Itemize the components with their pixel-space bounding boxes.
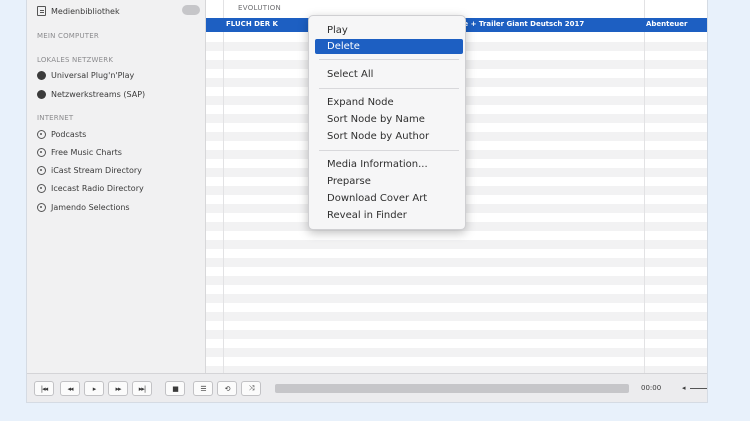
play-icon[interactable]: ▸ — [84, 381, 104, 396]
menu-item-select-all[interactable]: Select All — [309, 67, 465, 82]
row-genre: Abenteuer — [646, 20, 688, 28]
podcast-icon — [37, 147, 46, 157]
time-display: 00:00 — [641, 384, 662, 392]
sidebar-item-label: Podcasts — [51, 129, 87, 139]
count-badge — [182, 5, 200, 15]
section-header-mein-computer: MEIN COMPUTER — [37, 32, 99, 40]
menu-item-sort-by-author[interactable]: Sort Node by Author — [309, 129, 465, 144]
sidebar-item-label: iCast Stream Directory — [51, 165, 142, 175]
sidebar-item-label: Netzwerkstreams (SAP) — [51, 89, 146, 99]
menu-item-delete[interactable]: Delete — [315, 39, 463, 54]
menu-item-media-information[interactable]: Media Information... — [309, 157, 465, 172]
row-album: ie + Trailer Giant Deutsch 2017 — [461, 20, 585, 28]
seek-slider[interactable] — [275, 384, 629, 393]
sidebar-item-label: Jamendo Selections — [51, 202, 130, 212]
sidebar-item-icecast-directory[interactable]: Icecast Radio Directory — [37, 181, 144, 195]
group-label: EVOLUTION — [238, 4, 282, 12]
sidebar: Medienbibliothek MEIN COMPUTER LOKALES N… — [27, 0, 206, 373]
sidebar-item-free-music-charts[interactable]: Free Music Charts — [37, 145, 122, 159]
network-icon — [37, 89, 46, 99]
sidebar-item-upnp[interactable]: Universal Plug'n'Play — [37, 68, 134, 82]
previous-icon[interactable]: |◂◂ — [34, 381, 54, 396]
column-divider — [223, 0, 224, 373]
sidebar-item-label: Medienbibliothek — [51, 6, 120, 16]
rewind-icon[interactable]: ◂◂ — [60, 381, 80, 396]
playback-controls: |◂◂ ◂◂ ▸ ▸▸ ▸▸| ■ ☰ ⟲ ⤨ 00:00 ◂ — [27, 373, 707, 402]
sidebar-item-sap[interactable]: Netzwerkstreams (SAP) — [37, 87, 145, 101]
menu-item-expand-node[interactable]: Expand Node — [309, 95, 465, 110]
sidebar-item-label: Icecast Radio Directory — [51, 183, 144, 193]
next-icon[interactable]: ▸▸| — [132, 381, 152, 396]
row-title: FLUCH DER K — [226, 20, 278, 28]
forward-icon[interactable]: ▸▸ — [108, 381, 128, 396]
menu-item-play[interactable]: Play — [309, 23, 465, 38]
sidebar-item-label: Universal Plug'n'Play — [51, 70, 135, 80]
podcast-icon — [37, 129, 46, 139]
section-header-lokales-netzwerk: LOKALES NETZWERK — [37, 56, 114, 64]
section-header-internet: INTERNET — [37, 114, 74, 122]
menu-item-sort-by-name[interactable]: Sort Node by Name — [309, 112, 465, 127]
podcast-icon — [37, 165, 46, 175]
volume-slider[interactable] — [690, 388, 707, 389]
menu-item-reveal-in-finder[interactable]: Reveal in Finder — [309, 208, 465, 223]
network-icon — [37, 70, 46, 80]
sidebar-item-podcasts[interactable]: Podcasts — [37, 127, 86, 141]
sidebar-item-label: Free Music Charts — [51, 147, 122, 157]
playlist-icon[interactable]: ☰ — [193, 381, 213, 396]
loop-icon[interactable]: ⟲ — [217, 381, 237, 396]
sidebar-item-icast-directory[interactable]: iCast Stream Directory — [37, 163, 142, 177]
menu-separator — [319, 59, 459, 60]
library-icon — [37, 6, 46, 16]
podcast-icon — [37, 183, 46, 193]
menu-item-preparse[interactable]: Preparse — [309, 174, 465, 189]
podcast-icon — [37, 202, 46, 212]
sidebar-item-jamendo[interactable]: Jamendo Selections — [37, 200, 130, 214]
shuffle-icon[interactable]: ⤨ — [241, 381, 261, 396]
stop-icon[interactable]: ■ — [165, 381, 185, 396]
menu-separator — [319, 150, 459, 151]
sidebar-item-medienbibliothek[interactable]: Medienbibliothek — [37, 4, 120, 18]
menu-item-download-cover-art[interactable]: Download Cover Art — [309, 191, 465, 206]
volume-icon[interactable]: ◂ — [682, 384, 686, 392]
column-divider — [644, 0, 645, 373]
menu-separator — [319, 88, 459, 89]
context-menu: Play Delete Select All Expand Node Sort … — [308, 15, 466, 230]
